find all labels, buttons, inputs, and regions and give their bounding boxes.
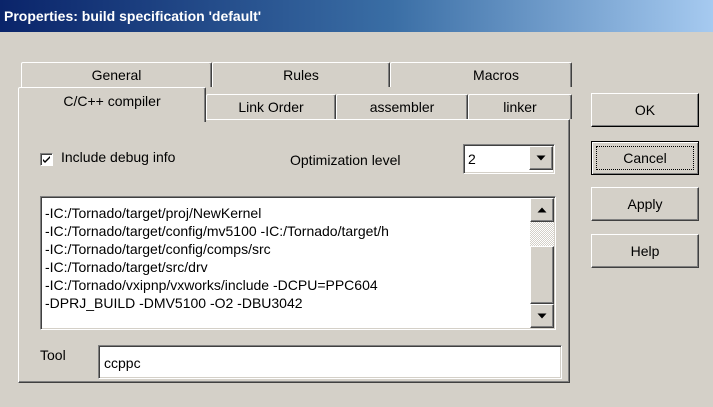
- apply-button[interactable]: Apply: [591, 187, 699, 221]
- cancel-button[interactable]: Cancel: [591, 141, 699, 175]
- tab-link-order-label: Link Order: [238, 99, 304, 115]
- tab-linker[interactable]: linker: [468, 94, 572, 119]
- tab-general[interactable]: General: [21, 62, 212, 87]
- tool-input-value: ccppc: [104, 355, 141, 371]
- flag-line: -IC:/Tornado/target/src/drv: [45, 259, 208, 275]
- optimization-level-value: 2: [468, 151, 476, 167]
- scroll-down-button[interactable]: [530, 304, 554, 328]
- tab-c-compiler[interactable]: C/C++ compiler: [18, 87, 206, 122]
- tab-link-order[interactable]: Link Order: [206, 94, 336, 119]
- scroll-thumb[interactable]: [530, 246, 554, 304]
- optimization-level-label: Optimization level: [290, 152, 401, 168]
- flag-line: -IC:/Tornado/target/config/mv5100 -IC:/T…: [45, 223, 389, 239]
- help-button-label: Help: [630, 243, 660, 259]
- vertical-scrollbar[interactable]: [530, 198, 554, 328]
- checkmark-icon: [43, 156, 50, 163]
- scroll-down-icon: [537, 313, 547, 319]
- flag-line: -DPRJ_BUILD -DMV5100 -O2 -DBU3042: [45, 295, 303, 311]
- scroll-up-button[interactable]: [530, 198, 554, 222]
- tab-general-label: General: [91, 67, 142, 83]
- dropdown-arrow-button[interactable]: [529, 146, 553, 170]
- compiler-flags-list[interactable]: -IC:/Tornado/target/proj/NewKernel -IC:/…: [40, 196, 556, 330]
- tool-label: Tool: [40, 347, 66, 363]
- tool-input[interactable]: ccppc: [98, 345, 562, 379]
- apply-button-label: Apply: [627, 196, 663, 212]
- flag-line: -IC:/Tornado/target/proj/NewKernel: [45, 205, 262, 221]
- tab-rules-label: Rules: [283, 67, 319, 83]
- tab-rules[interactable]: Rules: [212, 62, 390, 87]
- ok-button[interactable]: OK: [591, 93, 699, 127]
- tab-assembler[interactable]: assembler: [336, 94, 468, 119]
- focus-rect: [596, 146, 694, 170]
- tab-assembler-label: assembler: [369, 99, 435, 115]
- tab-macros-label: Macros: [473, 67, 519, 83]
- tab-linker-label: linker: [503, 99, 537, 115]
- chevron-down-icon: [536, 155, 546, 161]
- optimization-level-select[interactable]: 2: [463, 144, 555, 174]
- tab-macros[interactable]: Macros: [390, 62, 572, 87]
- tab-c-compiler-label: C/C++ compiler: [63, 93, 161, 109]
- window-title: Properties: build specification 'default…: [4, 8, 262, 24]
- ok-button-label: OK: [634, 102, 656, 118]
- help-button[interactable]: Help: [591, 234, 699, 268]
- debug-info-label: Include debug info: [61, 149, 176, 165]
- flag-line: -IC:/Tornado/vxipnp/vxworks/include -DCP…: [45, 277, 378, 293]
- title-bar: Properties: build specification 'default…: [0, 0, 713, 32]
- debug-info-checkbox[interactable]: [40, 153, 53, 166]
- flag-line: -IC:/Tornado/target/config/comps/src: [45, 241, 271, 257]
- scroll-up-icon: [537, 207, 547, 213]
